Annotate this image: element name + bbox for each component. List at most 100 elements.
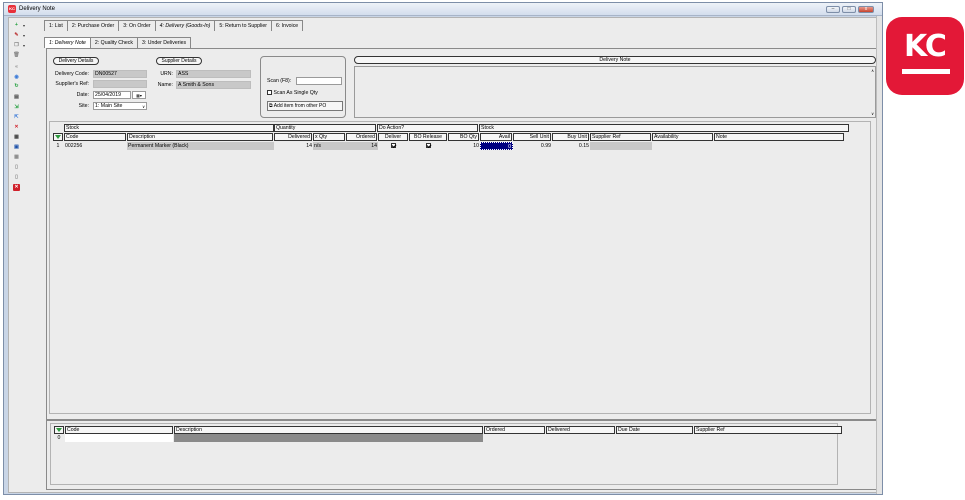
cell-bo-release[interactable] bbox=[409, 142, 448, 150]
column-header[interactable]: Description bbox=[174, 426, 483, 434]
toolbar-item-import[interactable]: ⇲ bbox=[13, 103, 39, 112]
toolbar-item-close-red[interactable]: ✕ bbox=[13, 183, 39, 192]
tab-6[interactable]: 6: Invoice bbox=[271, 20, 304, 31]
column-header[interactable]: Availability bbox=[652, 133, 713, 141]
subtab-1[interactable]: 1: Delivery Note bbox=[44, 37, 91, 48]
delivery-code-field[interactable]: DN00527 bbox=[93, 70, 147, 78]
delivery-details-button[interactable]: Delivery Details bbox=[53, 57, 99, 65]
supplier-ref-field[interactable] bbox=[93, 80, 147, 88]
calendar-dropdown-icon[interactable]: ▦▾ bbox=[132, 91, 146, 99]
column-header[interactable]: BO Qty bbox=[448, 133, 479, 141]
scan-single-qty-checkbox[interactable] bbox=[267, 90, 272, 96]
scroll-up-icon[interactable]: ∧ bbox=[871, 68, 874, 73]
column-header[interactable]: Due Date bbox=[616, 426, 693, 434]
column-header[interactable]: Delivered bbox=[274, 133, 312, 141]
column-header[interactable]: Ordered bbox=[484, 426, 545, 434]
under-delivery-grid[interactable]: Code Description Ordered Delivered Due Date S… bbox=[50, 423, 842, 485]
toolbar-item-add[interactable]: + ▾ bbox=[13, 21, 39, 30]
cell-code[interactable] bbox=[65, 434, 173, 442]
cell-sell-unit[interactable]: 0.99 bbox=[513, 142, 552, 150]
column-header[interactable]: Code bbox=[65, 426, 173, 434]
scan-input[interactable] bbox=[296, 77, 342, 85]
toolbar-item-back[interactable]: « bbox=[13, 63, 39, 72]
cell-deliver[interactable] bbox=[378, 142, 409, 150]
chevron-down-icon[interactable]: ▾ bbox=[23, 23, 25, 28]
chevron-down-icon[interactable]: ▾ bbox=[23, 33, 25, 38]
add-icon[interactable]: + bbox=[13, 22, 20, 29]
toolbar-item-page[interactable]: ▯ bbox=[13, 173, 39, 182]
save-icon[interactable]: ▣ bbox=[13, 144, 20, 151]
column-header[interactable]: Buy Unit bbox=[552, 133, 589, 141]
subtab-2[interactable]: 2: Quality Check bbox=[90, 37, 138, 48]
chevron-down-icon[interactable]: ▾ bbox=[23, 43, 25, 48]
cancel-icon[interactable]: ✕ bbox=[13, 124, 20, 131]
column-header[interactable]: BO Release bbox=[409, 133, 447, 141]
toolbar-item-document[interactable]: ▯ bbox=[13, 163, 39, 172]
column-header[interactable]: Ordered bbox=[346, 133, 377, 141]
cell-code[interactable]: 002256 bbox=[64, 142, 127, 150]
delivery-note-textarea[interactable]: ∧ ∨ bbox=[354, 66, 876, 118]
toolbar-item-cancel[interactable]: ✕ bbox=[13, 123, 39, 132]
export-icon[interactable]: ⇱ bbox=[13, 114, 20, 121]
toolbar-item-delete[interactable]: 🗑 bbox=[13, 51, 39, 60]
column-header[interactable]: Supplier Ref bbox=[590, 133, 651, 141]
urn-field[interactable]: ASS bbox=[176, 70, 251, 78]
deliver-checkbox[interactable] bbox=[391, 143, 396, 149]
column-header[interactable]: Code bbox=[64, 133, 126, 141]
items-grid[interactable]: Stock Quantity Do Action? Stock Code Descript… bbox=[49, 121, 871, 414]
column-header[interactable]: Note bbox=[714, 133, 844, 141]
toolbar-item-report[interactable]: ▦ bbox=[13, 133, 39, 142]
toolbar-item-print[interactable]: ▤ bbox=[13, 93, 39, 102]
report-icon[interactable]: ▦ bbox=[13, 134, 20, 141]
print-icon[interactable]: ▤ bbox=[13, 94, 20, 101]
column-header[interactable]: Supplier Ref bbox=[694, 426, 842, 434]
scroll-down-icon[interactable]: ∨ bbox=[871, 111, 874, 116]
minimize-button[interactable]: – bbox=[826, 6, 840, 13]
subtab-3[interactable]: 3: Under Deliveries bbox=[137, 37, 192, 48]
toolbar-item-edit[interactable]: ✎ ▾ bbox=[13, 31, 39, 40]
supplier-details-button[interactable]: Supplier Details bbox=[156, 57, 202, 65]
column-header[interactable]: Deliver bbox=[378, 133, 408, 141]
toolbar-item-refresh[interactable]: ↻ bbox=[13, 82, 39, 91]
cell-availability[interactable] bbox=[652, 142, 714, 150]
column-header[interactable]: Avail bbox=[480, 133, 512, 141]
toolbar-item-grid[interactable]: ▦ bbox=[13, 153, 39, 162]
toolbar-item-globe[interactable]: ◉ bbox=[13, 73, 39, 82]
tab-4[interactable]: 4: Delivery (Goods-In) bbox=[155, 20, 216, 31]
close-button[interactable]: x bbox=[858, 6, 874, 13]
toolbar-item-save[interactable]: ▣ bbox=[13, 143, 39, 152]
cell-ordered[interactable]: 14 bbox=[346, 142, 378, 150]
cell-description[interactable] bbox=[174, 434, 483, 442]
cell-buy-unit[interactable]: 0.15 bbox=[552, 142, 590, 150]
grid-icon[interactable]: ▦ bbox=[13, 154, 20, 161]
column-header[interactable]: Delivered bbox=[546, 426, 615, 434]
delete-icon[interactable]: 🗑 bbox=[13, 52, 20, 59]
window-scrollbar[interactable] bbox=[876, 16, 882, 494]
tab-3[interactable]: 3: On Order bbox=[119, 20, 156, 31]
filter-icon[interactable] bbox=[53, 133, 63, 141]
cell-avail[interactable]: 0 bbox=[480, 142, 513, 150]
globe-icon[interactable]: ◉ bbox=[13, 74, 20, 81]
cell-delivered[interactable]: 14 bbox=[274, 142, 313, 150]
close-red-icon[interactable]: ✕ bbox=[13, 184, 20, 191]
filter-icon[interactable] bbox=[54, 426, 64, 434]
column-header[interactable]: Description bbox=[127, 133, 273, 141]
column-header[interactable]: Sell Unit bbox=[513, 133, 551, 141]
cell-note[interactable] bbox=[714, 142, 845, 150]
import-icon[interactable]: ⇲ bbox=[13, 104, 20, 111]
tab-5[interactable]: 5: Return to Supplier bbox=[215, 20, 272, 31]
maximize-button[interactable]: □ bbox=[842, 6, 856, 13]
document-icon[interactable]: ▯ bbox=[13, 164, 20, 171]
refresh-icon[interactable]: ↻ bbox=[13, 83, 20, 90]
column-header[interactable]: x Qty bbox=[313, 133, 345, 141]
cell-supplier-ref[interactable] bbox=[590, 142, 652, 150]
edit-icon[interactable]: ✎ bbox=[13, 32, 20, 39]
page-icon[interactable]: ▯ bbox=[13, 174, 20, 181]
toolbar-item-copy[interactable]: ❐ ▾ bbox=[13, 41, 39, 50]
back-icon[interactable]: « bbox=[13, 64, 20, 71]
tab-2[interactable]: 2: Purchase Order bbox=[67, 20, 120, 31]
supplier-name-field[interactable]: A Smith & Sons bbox=[176, 81, 251, 89]
site-select[interactable]: 1: Main Site ∨ bbox=[93, 102, 147, 110]
add-item-from-po-button[interactable]: ⧉ Add item from other PO bbox=[267, 101, 343, 111]
copy-icon[interactable]: ❐ bbox=[13, 42, 20, 49]
